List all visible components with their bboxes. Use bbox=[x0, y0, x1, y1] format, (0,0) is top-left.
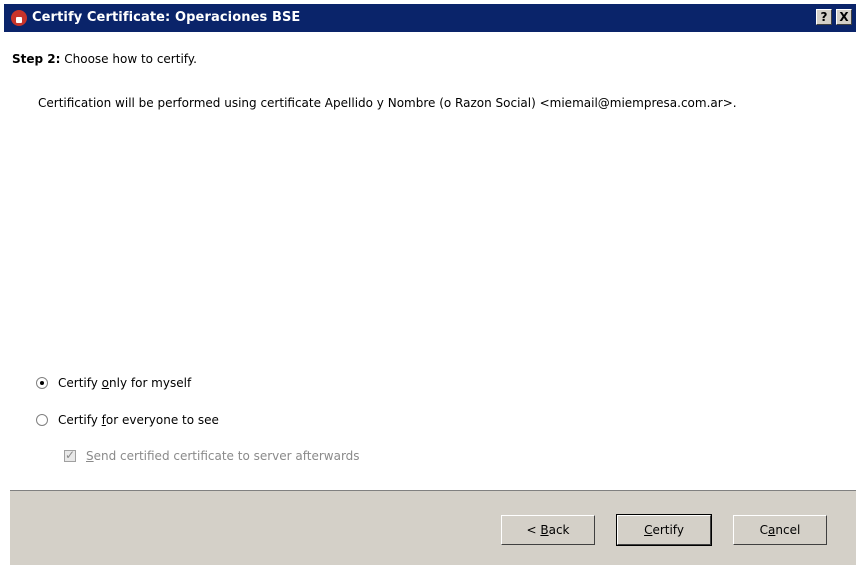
step-label: Step 2: bbox=[12, 52, 61, 66]
back-button[interactable]: < Back bbox=[501, 515, 595, 545]
app-icon bbox=[11, 10, 27, 26]
send-to-server-checkbox-row[interactable]: Send certified certificate to server aft… bbox=[64, 448, 360, 463]
certify-button[interactable]: Certify bbox=[616, 514, 712, 546]
radio-everyone-label: Certify for everyone to see bbox=[58, 413, 219, 427]
button-bar: < Back Certify Cancel bbox=[10, 490, 856, 565]
step-text: Choose how to certify. bbox=[64, 52, 197, 66]
radio-certify-everyone[interactable]: Certify for everyone to see bbox=[36, 413, 219, 427]
step-heading: Step 2: Choose how to certify. bbox=[12, 52, 197, 66]
window-title: Certify Certificate: Operaciones BSE bbox=[32, 10, 301, 25]
close-button[interactable]: X bbox=[836, 9, 852, 25]
certification-info: Certification will be performed using ce… bbox=[38, 96, 737, 110]
help-button[interactable]: ? bbox=[816, 9, 832, 25]
title-bar[interactable]: Certify Certificate: Operaciones BSE ? X bbox=[4, 4, 856, 32]
radio-button-selected[interactable] bbox=[36, 377, 48, 389]
radio-myself-label: Certify only for myself bbox=[58, 376, 192, 390]
cancel-button[interactable]: Cancel bbox=[733, 515, 827, 545]
send-to-server-checkbox[interactable] bbox=[64, 448, 76, 462]
radio-button[interactable] bbox=[36, 414, 48, 426]
send-to-server-label: Send certified certificate to server aft… bbox=[86, 449, 360, 463]
certify-dialog: Certify Certificate: Operaciones BSE ? X… bbox=[0, 0, 856, 565]
radio-certify-myself[interactable]: Certify only for myself bbox=[36, 376, 191, 390]
